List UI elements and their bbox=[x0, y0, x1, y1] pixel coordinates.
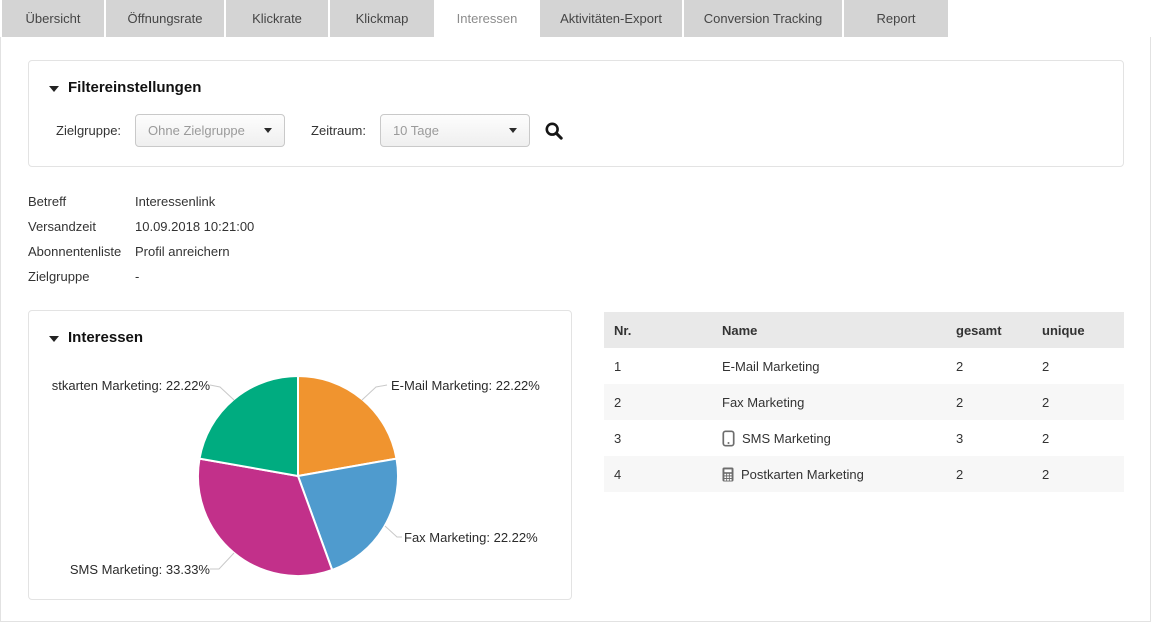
column-header-nr: Nr. bbox=[604, 323, 722, 338]
chevron-down-icon bbox=[509, 128, 517, 133]
interest-name: SMS Marketing bbox=[742, 431, 831, 446]
interest-name: E-Mail Marketing bbox=[722, 359, 820, 374]
table-row: 2Fax Marketing22 bbox=[604, 384, 1124, 420]
zielgruppe-dropdown[interactable]: Ohne Zielgruppe bbox=[135, 114, 285, 147]
cell-unique: 2 bbox=[1042, 431, 1124, 446]
meta-label: Abonnentenliste bbox=[28, 244, 135, 259]
cell-name: SMS Marketing bbox=[722, 430, 956, 447]
pie-label-postkarten-marketing: stkarten Marketing: 22.22% bbox=[52, 378, 210, 393]
interests-toggle[interactable]: Interessen bbox=[49, 329, 143, 346]
chevron-down-icon bbox=[264, 128, 272, 133]
meta-row: AbonnentenlisteProfil anreichern bbox=[28, 239, 254, 264]
cell-unique: 2 bbox=[1042, 467, 1124, 482]
pie-leader-line bbox=[385, 526, 402, 537]
filter-settings-toggle[interactable]: Filtereinstellungen bbox=[49, 79, 201, 96]
meta-row: Versandzeit10.09.2018 10:21:00 bbox=[28, 214, 254, 239]
interests-panel: Interessen E-Mail Marketing: 22.22% Fax M… bbox=[28, 310, 572, 600]
search-button[interactable] bbox=[544, 121, 564, 141]
pie-slice-postkarten-marketing[interactable] bbox=[200, 376, 299, 476]
cell-gesamt: 2 bbox=[956, 395, 1042, 410]
tab-klickmap[interactable]: Klickmap bbox=[330, 0, 434, 37]
zielgruppe-dropdown-value: Ohne Zielgruppe bbox=[148, 123, 245, 138]
caret-down-icon bbox=[49, 86, 59, 92]
meta-row: BetreffInteressenlink bbox=[28, 189, 254, 214]
cell-name: E-Mail Marketing bbox=[722, 359, 956, 374]
cell-nr: 4 bbox=[604, 467, 722, 482]
table-header-row: Nr.Namegesamtunique bbox=[604, 312, 1124, 348]
tab-report[interactable]: Report bbox=[844, 0, 948, 37]
cell-gesamt: 2 bbox=[956, 359, 1042, 374]
interest-name: Postkarten Marketing bbox=[741, 467, 864, 482]
column-header-unique: unique bbox=[1042, 323, 1124, 338]
meta-row: Zielgruppe- bbox=[28, 264, 254, 289]
cell-unique: 2 bbox=[1042, 395, 1124, 410]
tab--bersicht[interactable]: Übersicht bbox=[2, 0, 104, 37]
pie-leader-line bbox=[362, 385, 387, 400]
meta-value: 10.09.2018 10:21:00 bbox=[135, 219, 254, 234]
caret-down-icon bbox=[49, 336, 59, 342]
table-row: 4 Postkarten Marketing 22 bbox=[604, 456, 1124, 492]
filter-settings-panel: Filtereinstellungen Zielgruppe: Ohne Zie… bbox=[28, 60, 1124, 167]
pie-label-sms-marketing: SMS Marketing: 33.33% bbox=[70, 562, 210, 577]
zielgruppe-label: Zielgruppe: bbox=[56, 123, 121, 138]
zeitraum-dropdown[interactable]: 10 Tage bbox=[380, 114, 530, 147]
cell-nr: 1 bbox=[604, 359, 722, 374]
meta-value: Profil anreichern bbox=[135, 244, 230, 259]
tab--ffnungsrate[interactable]: Öffnungsrate bbox=[106, 0, 224, 37]
meta-value: Interessenlink bbox=[135, 194, 215, 209]
pie-label-fax-marketing: Fax Marketing: 22.22% bbox=[404, 530, 538, 545]
cell-gesamt: 2 bbox=[956, 467, 1042, 482]
interests-pie-chart: E-Mail Marketing: 22.22% Fax Marketing: 2… bbox=[29, 311, 573, 601]
tab-interessen[interactable]: Interessen bbox=[436, 0, 538, 37]
zeitraum-label: Zeitraum: bbox=[311, 123, 366, 138]
tab-klickrate[interactable]: Klickrate bbox=[226, 0, 328, 37]
tab-bar: ÜbersichtÖffnungsrateKlickrateKlickmapIn… bbox=[0, 0, 1152, 37]
interests-table: Nr.Namegesamtunique1E-Mail Marketing222F… bbox=[604, 312, 1124, 492]
pie-svg bbox=[29, 311, 573, 601]
cell-name: Postkarten Marketing bbox=[722, 467, 956, 482]
cell-name: Fax Marketing bbox=[722, 395, 956, 410]
tab-conversion-tracking[interactable]: Conversion Tracking bbox=[684, 0, 842, 37]
interest-name: Fax Marketing bbox=[722, 395, 804, 410]
column-header-gesamt: gesamt bbox=[956, 323, 1042, 338]
search-icon bbox=[544, 121, 564, 141]
meta-label: Versandzeit bbox=[28, 219, 135, 234]
filter-settings-title: Filtereinstellungen bbox=[68, 79, 201, 96]
cell-unique: 2 bbox=[1042, 359, 1124, 374]
meta-label: Betreff bbox=[28, 194, 135, 209]
cell-nr: 3 bbox=[604, 431, 722, 446]
table-row: 3SMS Marketing32 bbox=[604, 420, 1124, 456]
meta-value: - bbox=[135, 269, 139, 284]
cell-gesamt: 3 bbox=[956, 431, 1042, 446]
cell-nr: 2 bbox=[604, 395, 722, 410]
campaign-analytics-page: ÜbersichtÖffnungsrateKlickrateKlickmapIn… bbox=[0, 0, 1152, 628]
interests-title: Interessen bbox=[68, 329, 143, 346]
meta-label: Zielgruppe bbox=[28, 269, 135, 284]
pie-label-e-mail-marketing: E-Mail Marketing: 22.22% bbox=[391, 378, 540, 393]
calculator-icon bbox=[722, 467, 734, 482]
column-header-name: Name bbox=[722, 323, 956, 338]
tab-aktivit-ten-export[interactable]: Aktivitäten-Export bbox=[540, 0, 682, 37]
pie-leader-line bbox=[210, 553, 234, 569]
zeitraum-dropdown-value: 10 Tage bbox=[393, 123, 439, 138]
table-row: 1E-Mail Marketing 22 bbox=[604, 348, 1124, 384]
filter-controls: Zielgruppe: Ohne Zielgruppe Zeitraum: 10… bbox=[56, 114, 564, 147]
smartphone-icon bbox=[722, 430, 735, 447]
pie-leader-line bbox=[210, 385, 234, 400]
mailing-meta: BetreffInteressenlinkVersandzeit10.09.20… bbox=[28, 189, 254, 289]
